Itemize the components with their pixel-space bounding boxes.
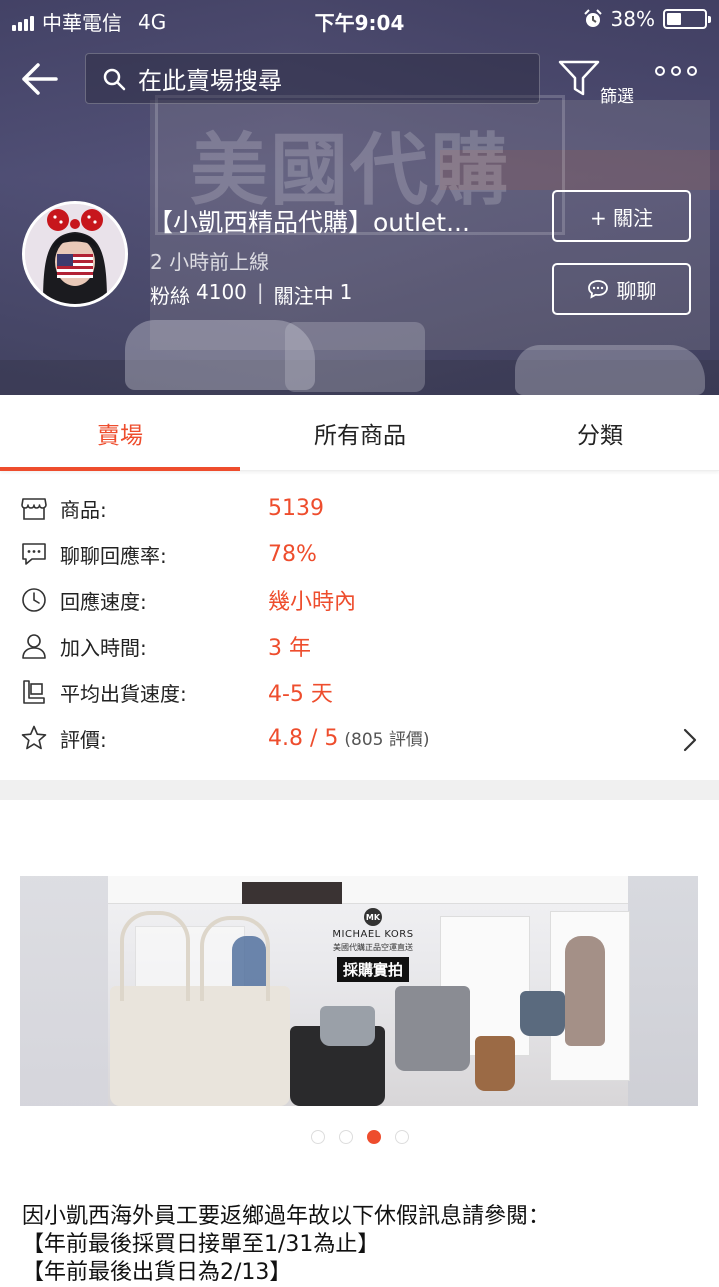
stat-label: 加入時間:	[60, 635, 147, 660]
stat-joined: 加入時間: 3 年	[0, 623, 719, 669]
shipping-box-icon	[23, 680, 45, 704]
chat-icon	[587, 280, 608, 299]
more-dot	[687, 66, 697, 76]
store-ceiling	[108, 876, 628, 904]
mk-logo-icon: MK	[364, 908, 382, 926]
shop-banner: 美國代購 中華電信 4G 下午9:04 38% 在此賣場搜尋 篩選 【小凱西精品…	[0, 0, 719, 395]
brand-subtitle: 美國代購正品空運直送	[333, 943, 413, 952]
tab-label: 所有商品	[314, 423, 406, 449]
following-count: 1	[339, 280, 353, 304]
search-placeholder: 在此賣場搜尋	[138, 67, 282, 95]
stat-shipping-speed: 平均出貨速度: 4-5 天	[0, 669, 719, 715]
banner-car	[285, 322, 425, 392]
stat-label: 評價:	[60, 727, 107, 752]
handbag-image	[395, 986, 470, 1071]
section-divider	[0, 780, 719, 800]
tab-categories[interactable]: 分類	[480, 395, 719, 471]
stat-value: 4.8 / 5 (805 評價)	[268, 725, 430, 751]
chat-bubble-icon	[22, 543, 46, 565]
battery-percent: 38%	[610, 7, 655, 31]
stat-rating[interactable]: 評價: 4.8 / 5 (805 評價)	[0, 715, 719, 761]
carousel-dot[interactable]	[339, 1130, 353, 1144]
brand-tag: 採購實拍	[336, 957, 409, 982]
carousel-prev-slide	[20, 876, 108, 1106]
alarm-icon	[583, 9, 602, 27]
stat-products: 商品: 5139	[0, 485, 719, 531]
filter-button[interactable]: 篩選	[555, 58, 637, 108]
battery-icon	[663, 9, 711, 29]
stat-chat-response-rate: 聊聊回應率: 78%	[0, 531, 719, 577]
avatar-image	[25, 204, 125, 304]
follower-stats: 粉絲 4100 | 關注中 1	[150, 280, 352, 309]
active-tab-indicator	[0, 467, 240, 471]
filter-label: 篩選	[600, 87, 634, 107]
shopper-figure	[565, 936, 605, 1046]
star-icon	[21, 725, 47, 750]
store-icon	[21, 498, 47, 520]
stat-label: 平均出貨速度:	[60, 681, 187, 706]
stat-value: 78%	[268, 541, 317, 567]
last-online-status: 2 小時前上線	[150, 250, 270, 274]
clock-icon	[22, 588, 46, 612]
rating-score: 4.8 / 5	[268, 726, 339, 751]
more-options-button[interactable]	[655, 66, 697, 76]
back-button[interactable]	[18, 57, 66, 101]
brand-badge: MK MICHAEL KORS 美國代購正品空運直送 採購實拍	[324, 908, 422, 996]
followers-count: 4100	[196, 280, 247, 304]
stat-value: 幾小時內	[268, 590, 357, 615]
followers-label: 粉絲	[150, 284, 190, 308]
handbag-image	[520, 991, 565, 1036]
carousel-next-slide	[628, 876, 698, 1106]
stat-response-speed: 回應速度: 幾小時內	[0, 577, 719, 623]
following-label: 關注中	[273, 284, 334, 308]
tab-label: 分類	[577, 423, 623, 449]
shop-notice: 因小凱西海外員工要返鄉過年故以下休假訊息請參閱： 【年前最後採買日接單至1/31…	[22, 1203, 712, 1287]
shop-tabs: 賣場 所有商品 分類	[0, 395, 719, 471]
stat-label: 回應速度:	[60, 589, 147, 614]
store-sign	[242, 882, 342, 904]
stat-value: 5139	[268, 495, 324, 521]
notice-line: 【年前最後採買日接單至1/31為止】	[22, 1232, 380, 1257]
user-icon	[22, 634, 46, 659]
shop-avatar[interactable]	[22, 201, 128, 307]
tab-label: 賣場	[97, 423, 143, 449]
chevron-right-icon[interactable]	[680, 727, 700, 753]
more-dot	[655, 66, 665, 76]
stat-label: 聊聊回應率:	[60, 543, 167, 568]
stat-value: 4-5 天	[268, 682, 333, 707]
carousel-pagination	[311, 1130, 409, 1144]
shop-name: 【小凱西精品代購】outlet...	[148, 208, 470, 237]
more-dot	[671, 66, 681, 76]
notice-line: 因小凱西海外員工要返鄉過年故以下休假訊息請參閱：	[22, 1204, 551, 1229]
shop-search-input[interactable]: 在此賣場搜尋	[85, 53, 540, 104]
stat-value: 3 年	[268, 636, 311, 661]
follower-separator: |	[256, 280, 264, 304]
status-bar: 中華電信 4G 下午9:04 38%	[0, 0, 719, 38]
search-icon	[103, 68, 126, 90]
promo-carousel[interactable]: MK MICHAEL KORS 美國代購正品空運直送 採購實拍	[20, 876, 698, 1106]
carousel-dot[interactable]	[367, 1130, 381, 1144]
handbag-handle	[200, 916, 270, 1001]
handbag-image	[320, 1006, 375, 1046]
brand-name: MICHAEL KORS	[332, 929, 414, 940]
tab-all-products[interactable]: 所有商品	[240, 395, 480, 471]
filter-icon	[558, 60, 600, 96]
follow-button-label: + 關注	[589, 205, 654, 230]
notice-line: 【年前最後出貨日為2/13】	[22, 1260, 292, 1285]
stat-label: 商品:	[60, 497, 107, 522]
handbag-image	[475, 1036, 515, 1091]
rating-count: (805 評價)	[344, 730, 430, 750]
carousel-dot[interactable]	[395, 1130, 409, 1144]
handbag-handle	[120, 911, 190, 1001]
follow-button[interactable]: + 關注	[552, 190, 691, 242]
chat-button-label: 聊聊	[616, 278, 657, 303]
banner-car	[515, 345, 705, 395]
carousel-dot[interactable]	[311, 1130, 325, 1144]
handbag-image	[110, 986, 290, 1106]
back-arrow-icon	[22, 63, 58, 95]
tab-shop-home[interactable]: 賣場	[0, 395, 240, 471]
chat-button[interactable]: 聊聊	[552, 263, 691, 315]
